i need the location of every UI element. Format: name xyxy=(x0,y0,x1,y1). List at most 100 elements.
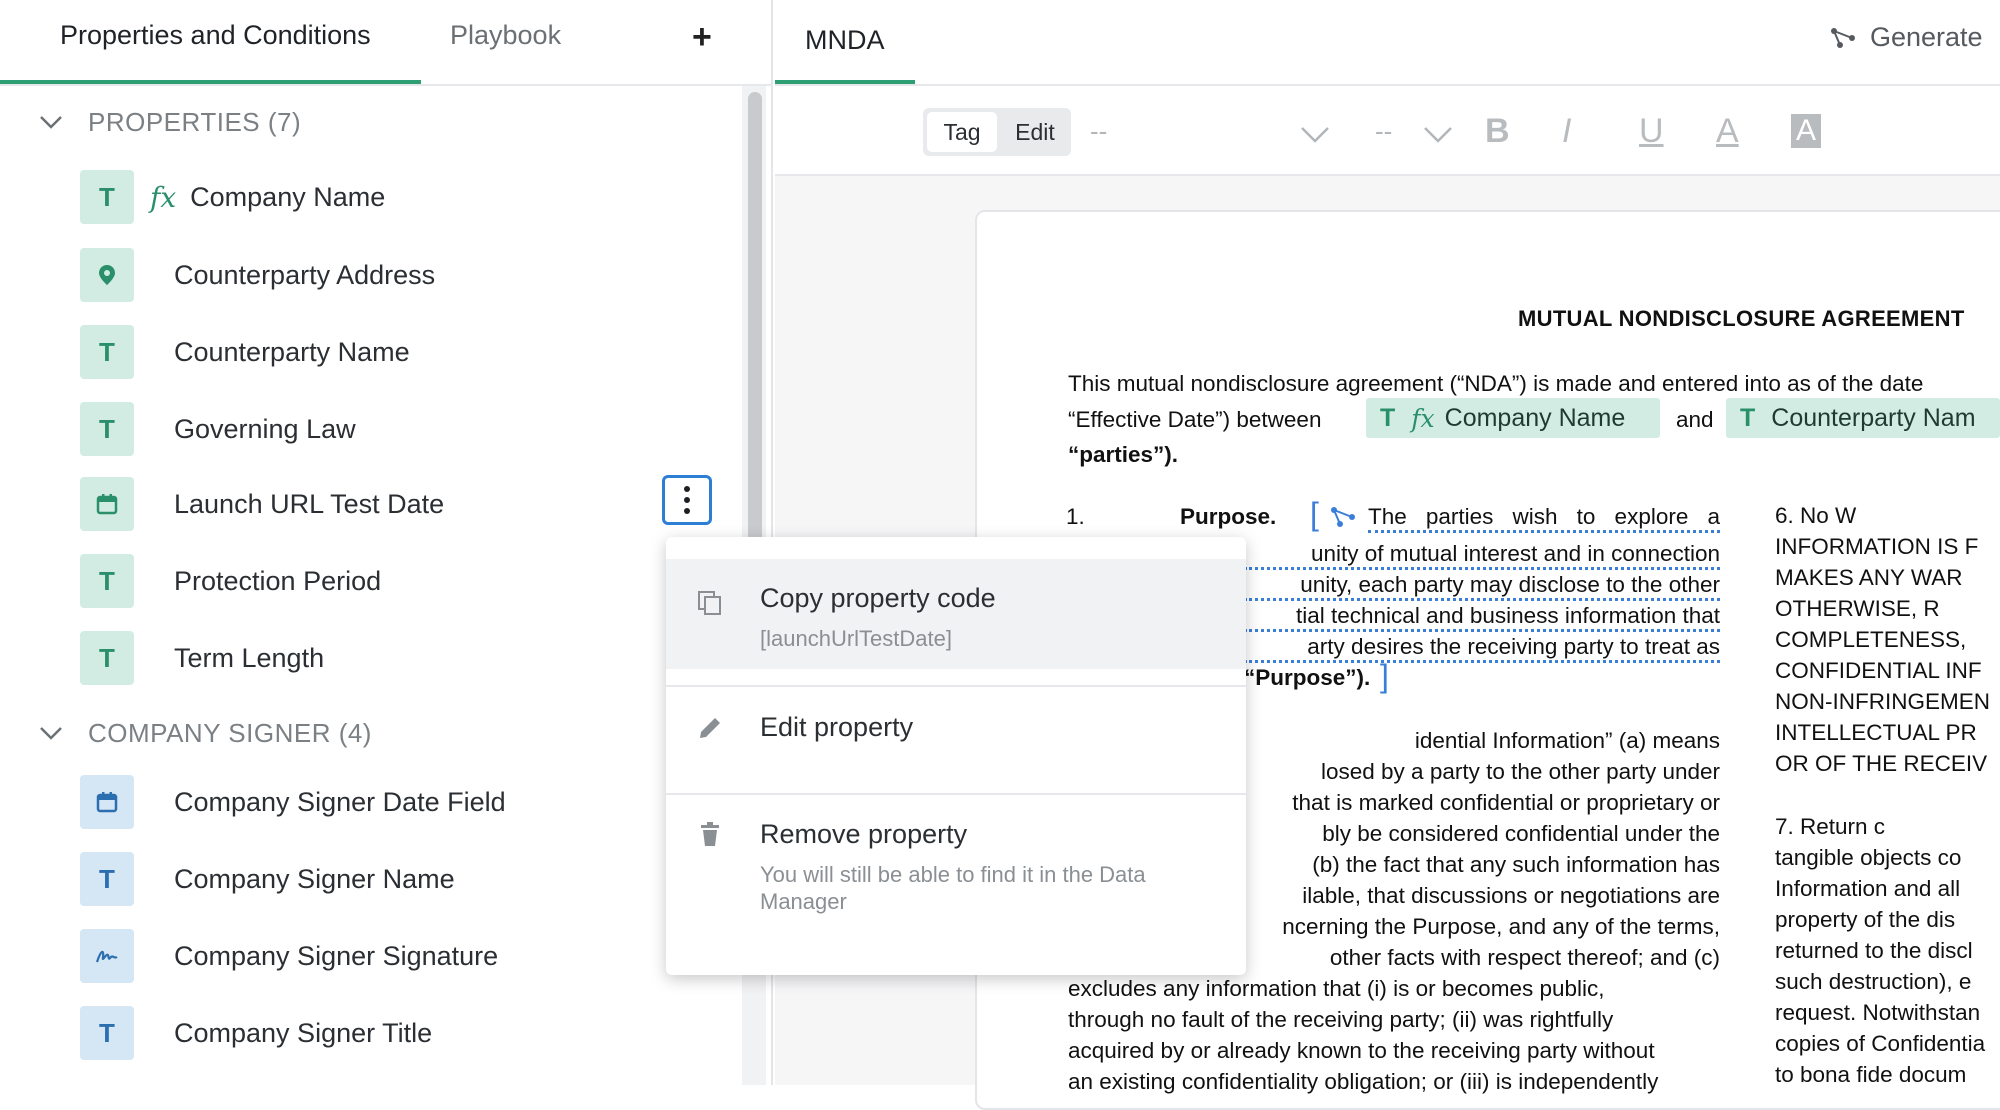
group-title: COMPANY SIGNER (4) xyxy=(88,717,372,748)
section-7-line: 7. Return c xyxy=(1775,814,1886,839)
highlight-button[interactable]: A xyxy=(1791,114,1822,148)
trash-icon xyxy=(701,822,719,846)
text-type-icon: T xyxy=(80,631,134,685)
property-context-menu: Copy property code [launchUrlTestDate] E… xyxy=(666,537,1246,975)
document-tabs: MNDA Generate xyxy=(775,0,2000,86)
confidential-line: other facts with respect thereof; and (c… xyxy=(1329,945,1720,970)
property-label: Company Signer Date Field xyxy=(174,786,506,817)
property-item-counterparty-address[interactable]: Counterparty Address xyxy=(80,248,720,302)
section-7-line: to bona fide docum xyxy=(1775,1062,1967,1087)
branch-icon xyxy=(1831,27,1855,48)
add-button[interactable]: + xyxy=(692,18,712,57)
property-item-launch-url-test-date[interactable]: Launch URL Test Date xyxy=(80,477,720,531)
property-item-protection-period[interactable]: T Protection Period xyxy=(80,554,720,608)
confidential-line: ncerning the Purpose, and any of the ter… xyxy=(1282,914,1720,939)
tab-playbook[interactable]: Playbook xyxy=(450,20,561,51)
intro-line-3: “parties”). xyxy=(1068,442,1179,467)
chevron-down-icon[interactable] xyxy=(1423,126,1453,144)
chip-label: Company Name xyxy=(1444,403,1626,432)
signature-icon xyxy=(80,929,134,983)
font-select[interactable]: -- xyxy=(1090,116,1107,147)
size-select[interactable]: -- xyxy=(1375,116,1392,147)
property-item-governing-law[interactable]: T Governing Law xyxy=(80,402,720,456)
chevron-down-icon xyxy=(40,727,62,740)
property-label: Governing Law xyxy=(174,413,356,444)
confidential-line: (b) the fact that any such information h… xyxy=(1312,852,1720,877)
tagged-property-counterparty-name[interactable]: T Counterparty Nam xyxy=(1726,398,2000,438)
property-item-company-signer-date-field[interactable]: Company Signer Date Field xyxy=(80,775,720,829)
intro-line-2: “Effective Date”) between xyxy=(1068,407,1322,432)
confidential-line: idential Information” (a) means xyxy=(1414,728,1720,753)
active-tab-indicator xyxy=(0,80,421,84)
tab-properties-and-conditions[interactable]: Properties and Conditions xyxy=(60,20,371,51)
purpose-line: “Purpose”). xyxy=(1244,665,1371,690)
copy-icon xyxy=(698,591,721,615)
italic-button[interactable]: I xyxy=(1562,112,1571,151)
intro-and: and xyxy=(1676,407,1714,432)
calendar-icon xyxy=(80,775,134,829)
condition-branch-icon[interactable] xyxy=(1330,506,1356,528)
property-label: Launch URL Test Date xyxy=(174,488,445,519)
confidential-line: ilable, that discussions or negotiations… xyxy=(1302,883,1720,908)
generate-label: Generate xyxy=(1870,22,1983,52)
section-7-line: request. Notwithstan xyxy=(1775,1000,1981,1025)
properties-panel: Properties and Conditions Playbook + PRO… xyxy=(0,0,773,1085)
edit-property-item[interactable]: Edit property xyxy=(666,688,1246,778)
section-6-line: 6. No W xyxy=(1775,503,1857,528)
chevron-down-icon[interactable] xyxy=(1300,126,1330,144)
chevron-down-icon xyxy=(40,116,62,129)
tab-mnda[interactable]: MNDA xyxy=(805,25,885,56)
group-header-company-signer[interactable]: COMPANY SIGNER (4) xyxy=(36,715,372,751)
section-7-line: property of the dis xyxy=(1775,907,1956,932)
confidential-line: losed by a party to the other party unde… xyxy=(1321,759,1720,784)
chip-label: Counterparty Nam xyxy=(1771,403,1976,432)
purpose-line: The parties wish to explore a xyxy=(1368,504,1720,533)
section-6-line: CONFIDENTIAL INF xyxy=(1775,658,1982,683)
property-item-company-name[interactable]: T fx Company Name xyxy=(80,170,720,224)
purpose-line: arty desires the receiving party to trea… xyxy=(1244,634,1720,663)
section-6-line: COMPLETENESS, xyxy=(1775,627,1967,652)
bold-button[interactable]: B xyxy=(1485,112,1510,151)
condition-bracket-open: [ xyxy=(1310,496,1319,532)
remove-property-item[interactable]: Remove property You will still be able t… xyxy=(666,795,1246,955)
group-title: PROPERTIES (7) xyxy=(88,106,302,137)
section-6-line: OR OF THE RECEIV xyxy=(1775,751,1988,776)
confidential-line: excludes any information that (i) is or … xyxy=(1068,976,1605,1001)
generate-button[interactable]: Generate xyxy=(1830,22,1983,53)
property-label: Term Length xyxy=(174,642,325,673)
section-6-line: OTHERWISE, R xyxy=(1775,596,1940,621)
section-7-line: Information and all xyxy=(1775,876,1961,901)
calendar-icon xyxy=(80,477,134,531)
tag-mode-button[interactable]: Tag xyxy=(927,112,997,152)
purpose-line: unity, each party may disclose to the ot… xyxy=(1244,572,1720,601)
confidential-line: an existing confidentiality obligation; … xyxy=(1068,1069,1659,1094)
property-item-company-signer-title[interactable]: T Company Signer Title xyxy=(80,1006,720,1060)
tagged-property-company-name[interactable]: T fx Company Name xyxy=(1366,398,1660,438)
section-7-line: such destruction), e xyxy=(1775,969,1972,994)
copy-property-code-item[interactable]: Copy property code [launchUrlTestDate] xyxy=(666,559,1246,669)
edit-label: Edit property xyxy=(760,712,914,742)
property-item-term-length[interactable]: T Term Length xyxy=(80,631,720,685)
property-item-company-signer-signature[interactable]: Company Signer Signature xyxy=(80,929,720,983)
intro-line-1: This mutual nondisclosure agreement (“ND… xyxy=(1068,371,1924,396)
location-pin-icon xyxy=(80,248,134,302)
pencil-icon xyxy=(700,718,720,738)
text-type-icon: T xyxy=(1740,403,1756,432)
purpose-line: tial technical and business information … xyxy=(1244,603,1720,632)
group-header-properties[interactable]: PROPERTIES (7) xyxy=(36,104,301,140)
property-item-company-signer-name[interactable]: T Company Signer Name xyxy=(80,852,720,906)
formula-icon: fx xyxy=(150,180,177,214)
formula-icon: fx xyxy=(1411,403,1435,433)
scrollbar-thumb[interactable] xyxy=(748,92,762,562)
more-options-button[interactable] xyxy=(662,475,712,525)
property-item-counterparty-name[interactable]: T Counterparty Name xyxy=(80,325,720,379)
confidential-line: acquired by or already known to the rece… xyxy=(1068,1038,1655,1063)
property-label: Company Name xyxy=(190,181,386,212)
text-color-button[interactable]: A xyxy=(1716,112,1739,151)
copy-label: Copy property code xyxy=(760,583,996,613)
underline-button[interactable]: U xyxy=(1639,112,1664,151)
edit-mode-button[interactable]: Edit xyxy=(1003,112,1067,152)
text-type-icon: T xyxy=(1380,403,1396,432)
condition-bracket-close: ] xyxy=(1380,658,1389,694)
text-type-icon: T xyxy=(80,402,134,456)
